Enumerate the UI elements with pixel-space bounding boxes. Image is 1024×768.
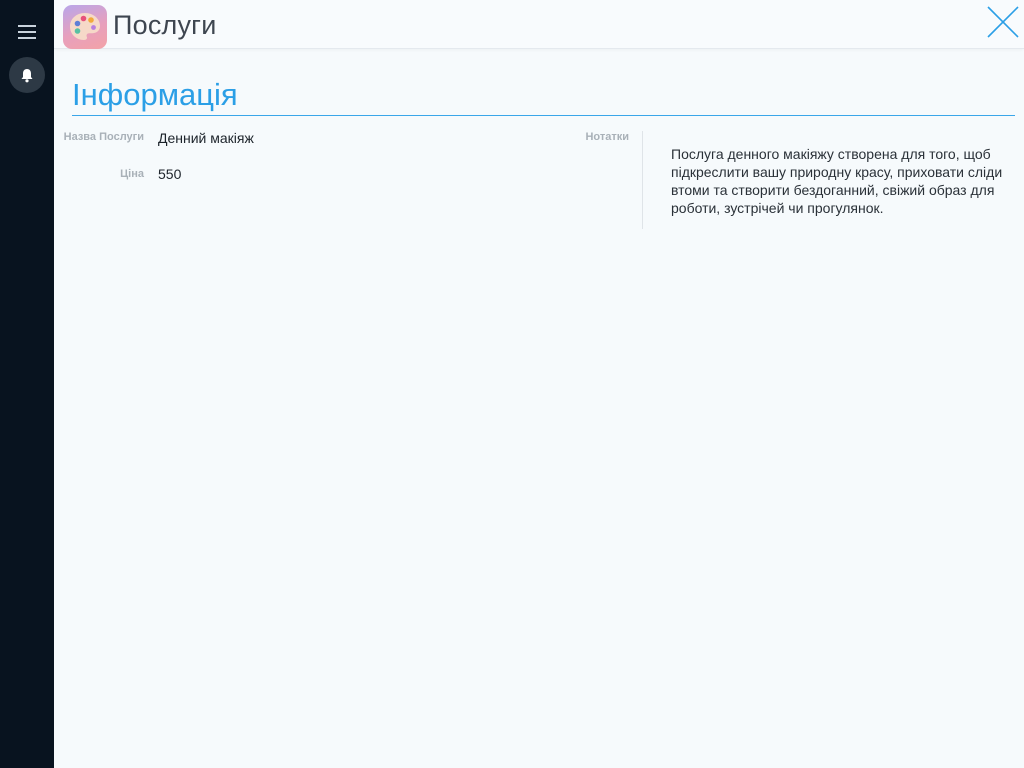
notes-divider [642, 131, 643, 229]
notifications-button[interactable] [9, 57, 45, 93]
service-name-label: Назва Послуги [63, 131, 144, 143]
close-icon [987, 6, 1019, 38]
palette-icon [63, 5, 107, 49]
notes-value: Послуга денного макіяжу створена для тог… [671, 146, 1003, 216]
service-name-value: Денний макіяж [158, 130, 254, 146]
price-label: Ціна [120, 168, 144, 180]
bell-icon [21, 68, 33, 82]
notes-label: Нотатки [585, 131, 629, 143]
section-title: Інформація [72, 77, 238, 112]
section-divider [72, 115, 1015, 116]
app-title: Послуги [113, 10, 217, 40]
main-content: Інформація Назва Послуги Денний макіяж Ц… [54, 49, 1024, 768]
sidebar [0, 0, 54, 768]
close-button[interactable] [986, 5, 1020, 39]
hamburger-menu-icon[interactable] [18, 24, 36, 40]
top-bar: Послуги [54, 0, 1024, 49]
price-value: 550 [158, 166, 182, 182]
